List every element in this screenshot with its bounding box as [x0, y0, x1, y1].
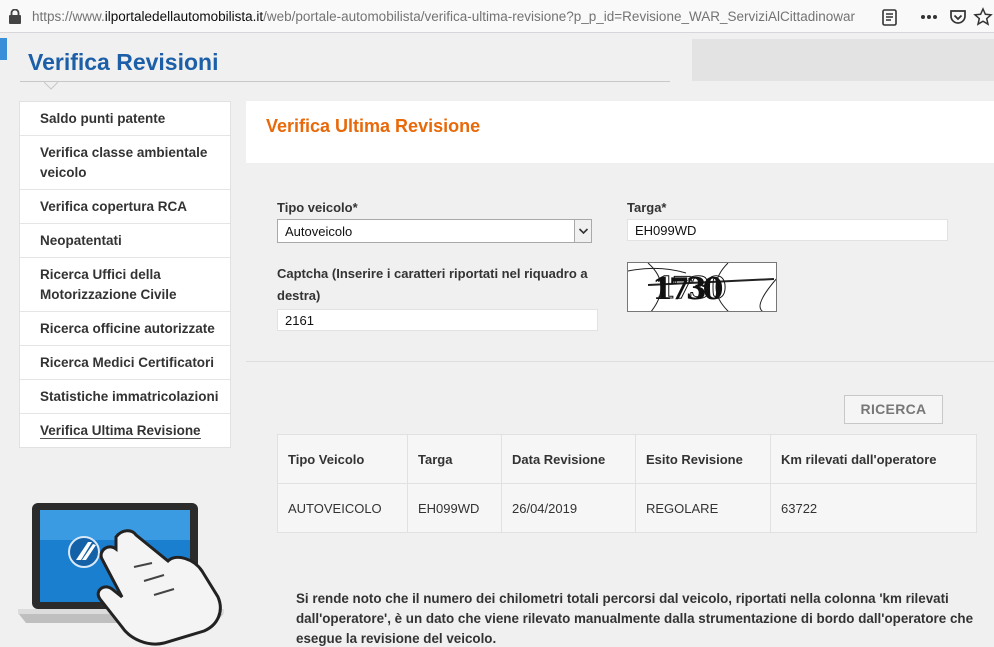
- dropdown-arrow-icon: [578, 228, 589, 235]
- targa-input[interactable]: [627, 219, 948, 241]
- cell-km-rilevati: 63722: [770, 483, 977, 533]
- tipo-veicolo-select[interactable]: Autoveicolo: [277, 219, 592, 243]
- section-title: Verifica Ultima Revisione: [266, 116, 481, 136]
- accent-tab: [0, 38, 7, 60]
- sidebar-item-ultima-revisione[interactable]: Verifica Ultima Revisione: [20, 414, 230, 447]
- url-path: /web/portale-automobilista/verifica-ulti…: [263, 9, 856, 24]
- sidebar-item-medici[interactable]: Ricerca Medici Certificatori: [20, 346, 230, 380]
- select-dropdown-button[interactable]: [574, 220, 591, 242]
- reader-view-icon[interactable]: [880, 7, 900, 27]
- sidebar-item-copertura-rca[interactable]: Verifica copertura RCA: [20, 190, 230, 224]
- page-title: Verifica Revisioni: [28, 49, 219, 75]
- sidebar-item-statistiche[interactable]: Statistiche immatricolazioni: [20, 380, 230, 414]
- sidebar-item-classe-ambientale[interactable]: Verifica classe ambientale veicolo: [20, 136, 230, 190]
- url-host: ilportaledellautomobilista.it: [104, 9, 264, 24]
- cell-data-revisione: 26/04/2019: [501, 483, 636, 533]
- col-targa: Targa: [407, 434, 502, 484]
- col-km-rilevati: Km rilevati dall'operatore: [770, 434, 977, 484]
- col-data-revisione: Data Revisione: [501, 434, 636, 484]
- targa-label: Targa*: [627, 200, 667, 215]
- captcha-input[interactable]: [277, 309, 598, 331]
- cell-esito-revisione: REGOLARE: [635, 483, 771, 533]
- col-esito-revisione: Esito Revisione: [635, 434, 771, 484]
- sidebar-item-uffici-motorizzazione[interactable]: Ricerca Uffici della Motorizzazione Civi…: [20, 258, 230, 312]
- col-tipo-veicolo: Tipo Veicolo: [277, 434, 408, 484]
- table-header-row: Tipo Veicolo Targa Data Revisione Esito …: [277, 434, 977, 484]
- tipo-veicolo-label: Tipo veicolo*: [277, 200, 358, 215]
- tipo-veicolo-value: Autoveicolo: [285, 224, 353, 239]
- url-field[interactable]: https://www.ilportaledellautomobilista.i…: [32, 9, 872, 24]
- laptop-hand-illustration[interactable]: [18, 499, 226, 647]
- cell-targa: EH099WD: [407, 483, 502, 533]
- results-table: Tipo Veicolo Targa Data Revisione Esito …: [277, 434, 977, 533]
- table-row: AUTOVEICOLO EH099WD 26/04/2019 REGOLARE …: [277, 483, 977, 533]
- main-header: Verifica Ultima Revisione: [246, 101, 994, 163]
- lock-icon[interactable]: [8, 9, 22, 24]
- header-banner-placeholder: [692, 39, 994, 81]
- sidebar-item-officine[interactable]: Ricerca officine autorizzate: [20, 312, 230, 346]
- km-disclaimer-note: Si rende noto che il numero dei chilomet…: [296, 591, 974, 646]
- captcha-image: 1730 1730: [627, 262, 777, 312]
- sidebar-item-neopatentati[interactable]: Neopatentati: [20, 224, 230, 258]
- browser-toolbar: https://www.ilportaledellautomobilista.i…: [0, 0, 994, 33]
- sidebar-item-saldo-punti[interactable]: Saldo punti patente: [20, 102, 230, 136]
- url-prefix: https://www.: [32, 9, 105, 24]
- cell-tipo-veicolo: AUTOVEICOLO: [277, 483, 408, 533]
- title-divider: [20, 81, 670, 82]
- captcha-text-shadow: 1730: [655, 271, 726, 306]
- captcha-label: Captcha (Inserire i caratteri riportati …: [277, 266, 588, 303]
- more-icon[interactable]: [919, 7, 939, 27]
- star-icon[interactable]: [973, 7, 993, 27]
- form-divider: [246, 361, 994, 362]
- sidebar-menu: Saldo punti patente Verifica classe ambi…: [19, 101, 231, 448]
- page-content: Verifica Revisioni Saldo punti patente V…: [0, 34, 994, 647]
- pocket-icon[interactable]: [948, 7, 968, 27]
- search-button[interactable]: RICERCA: [844, 395, 943, 424]
- title-notch: [44, 82, 58, 90]
